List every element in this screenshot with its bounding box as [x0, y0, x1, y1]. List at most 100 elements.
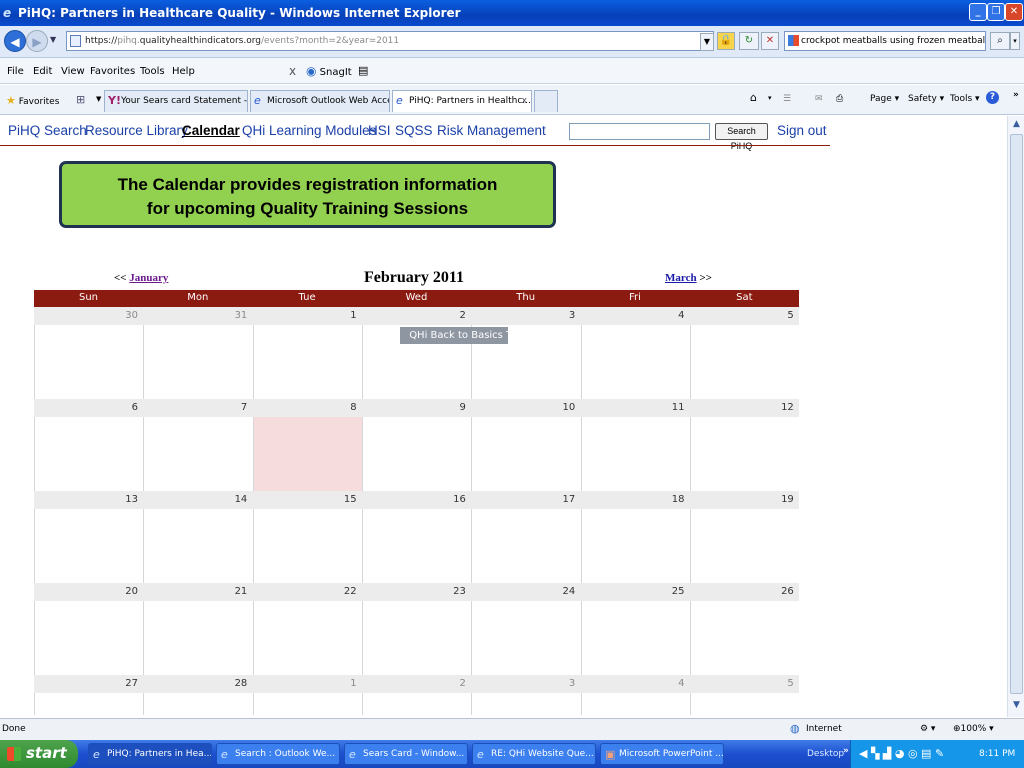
- day-cell[interactable]: [689, 509, 799, 583]
- start-button[interactable]: start: [0, 740, 78, 768]
- task-pihq[interactable]: e PiHQ: Partners in Hea...: [88, 743, 212, 765]
- nav-risk-management[interactable]: Risk Management: [437, 123, 546, 138]
- mail-icon[interactable]: ✉: [815, 94, 823, 104]
- day-cell[interactable]: [361, 417, 471, 491]
- menu-help[interactable]: Help: [172, 66, 195, 77]
- protected-mode-icon[interactable]: ⚙ ▾: [920, 724, 935, 734]
- day-cell[interactable]: [252, 509, 362, 583]
- page-menu[interactable]: Page ▾: [870, 94, 899, 104]
- day-cell[interactable]: [34, 325, 143, 399]
- day-cell[interactable]: [471, 509, 580, 583]
- day-cell[interactable]: [471, 601, 580, 675]
- day-cell[interactable]: [34, 693, 143, 715]
- day-cell[interactable]: [34, 509, 143, 583]
- tray-chevron-icon[interactable]: »: [843, 746, 849, 756]
- refresh-icon[interactable]: ↻: [739, 32, 759, 50]
- nav-sqss[interactable]: SQSS: [395, 123, 433, 138]
- close-toolbar-icon[interactable]: x: [289, 64, 296, 78]
- day-cell[interactable]: [361, 693, 471, 715]
- tab-sears[interactable]: Y! Your Sears card Statement - ...: [104, 90, 248, 112]
- day-cell[interactable]: [471, 693, 580, 715]
- tray-icons[interactable]: ◀ ▚ ▟ ◕ ◎ ▤ ✎: [859, 747, 944, 760]
- nav-qhi[interactable]: QHi: [242, 123, 265, 138]
- feeds-icon[interactable]: ☰: [783, 94, 791, 104]
- day-cell[interactable]: [34, 417, 143, 491]
- print-icon[interactable]: ⎙: [836, 94, 843, 104]
- nav-resource-library[interactable]: Resource Library: [85, 123, 188, 138]
- zoom-level[interactable]: ⊕100% ▾: [953, 724, 994, 734]
- day-cell[interactable]: [580, 601, 690, 675]
- maximize-button[interactable]: ❐: [987, 3, 1005, 21]
- tools-menu[interactable]: Tools ▾: [950, 94, 980, 104]
- prev-month-link[interactable]: January: [129, 272, 168, 284]
- url-field[interactable]: https://pihq.qualityhealthindicators.org…: [66, 31, 714, 51]
- desktop-toolbar[interactable]: Desktop: [807, 749, 844, 759]
- nav-hsi[interactable]: HSI: [368, 123, 391, 138]
- day-cell[interactable]: [689, 417, 799, 491]
- search-input[interactable]: crockpot meatballs using frozen meatball…: [784, 31, 986, 51]
- url-dropdown-icon[interactable]: ▼: [700, 33, 714, 51]
- search-icon[interactable]: ⌕: [990, 32, 1010, 50]
- close-window-button[interactable]: ✕: [1005, 3, 1023, 21]
- home-dropdown-icon[interactable]: ▾: [768, 94, 772, 102]
- day-cell[interactable]: [689, 601, 799, 675]
- menu-tools[interactable]: Tools: [140, 66, 165, 77]
- new-tab-button[interactable]: [534, 90, 558, 112]
- day-cell[interactable]: [252, 601, 362, 675]
- day-cell[interactable]: [143, 417, 252, 491]
- day-cell[interactable]: [143, 509, 252, 583]
- home-icon[interactable]: ⌂: [750, 91, 757, 104]
- task-qhi-website[interactable]: e RE: QHi Website Que...: [472, 743, 596, 765]
- sign-out-link[interactable]: Sign out: [777, 123, 827, 138]
- back-button[interactable]: ◀: [4, 30, 26, 52]
- favorites-button[interactable]: ★ Favorites: [6, 94, 59, 107]
- nav-calendar[interactable]: Calendar: [182, 123, 240, 138]
- day-cell[interactable]: [361, 509, 471, 583]
- scroll-up-icon[interactable]: ▲: [1010, 119, 1023, 132]
- task-sears-card[interactable]: e Sears Card - Window...: [344, 743, 468, 765]
- day-cell[interactable]: [34, 601, 143, 675]
- chevron-icon[interactable]: »: [1013, 90, 1019, 100]
- day-cell[interactable]: [143, 693, 252, 715]
- site-search-input[interactable]: [569, 123, 710, 140]
- day-cell[interactable]: [580, 417, 690, 491]
- history-dropdown-icon[interactable]: ▼: [50, 35, 56, 44]
- menu-view[interactable]: View: [61, 66, 85, 77]
- snagit-button[interactable]: ◉ SnagIt: [306, 64, 352, 78]
- day-cell[interactable]: [252, 325, 362, 399]
- site-search-button[interactable]: Search PiHQ: [715, 123, 768, 151]
- calendar-event[interactable]: QHi Back to Basics Tr: [400, 327, 509, 344]
- nav-pihq-search[interactable]: PiHQ Search: [8, 123, 87, 138]
- tab-list-dropdown-icon[interactable]: ▼: [96, 95, 101, 103]
- day-cell[interactable]: [580, 693, 690, 715]
- safety-menu[interactable]: Safety ▾: [908, 94, 944, 104]
- day-cell[interactable]: [252, 693, 362, 715]
- tab-pihq[interactable]: e PiHQ: Partners in Healthc... x: [392, 90, 532, 112]
- snagit-window-icon[interactable]: ▤: [358, 64, 368, 77]
- stop-icon[interactable]: ✕: [761, 32, 779, 50]
- tab-outlook[interactable]: e Microsoft Outlook Web Access: [250, 90, 390, 112]
- day-cell[interactable]: [361, 601, 471, 675]
- close-tab-icon[interactable]: x: [522, 91, 527, 111]
- day-cell-today[interactable]: [252, 417, 362, 491]
- day-cell[interactable]: [580, 325, 690, 399]
- search-options-icon[interactable]: ▾: [1010, 32, 1020, 50]
- help-icon[interactable]: ?: [986, 91, 999, 104]
- day-cell[interactable]: [471, 417, 580, 491]
- lock-icon[interactable]: 🔒: [717, 32, 735, 50]
- day-cell[interactable]: [580, 509, 690, 583]
- quick-tabs-icon[interactable]: ⊞: [76, 93, 85, 106]
- day-cell[interactable]: [143, 601, 252, 675]
- menu-edit[interactable]: Edit: [33, 66, 52, 77]
- menu-favorites[interactable]: Favorites: [90, 66, 135, 77]
- vertical-scrollbar[interactable]: ▲ ▼: [1007, 116, 1024, 717]
- minimize-button[interactable]: _: [969, 3, 987, 21]
- scroll-thumb[interactable]: [1010, 134, 1023, 694]
- day-cell[interactable]: [143, 325, 252, 399]
- menu-file[interactable]: File: [7, 66, 24, 77]
- nav-learning-modules[interactable]: Learning Modules: [269, 123, 376, 138]
- next-month-link[interactable]: March: [665, 272, 697, 284]
- scroll-down-icon[interactable]: ▼: [1010, 700, 1023, 713]
- day-cell[interactable]: [689, 693, 799, 715]
- task-powerpoint[interactable]: ▣ Microsoft PowerPoint ...: [600, 743, 724, 765]
